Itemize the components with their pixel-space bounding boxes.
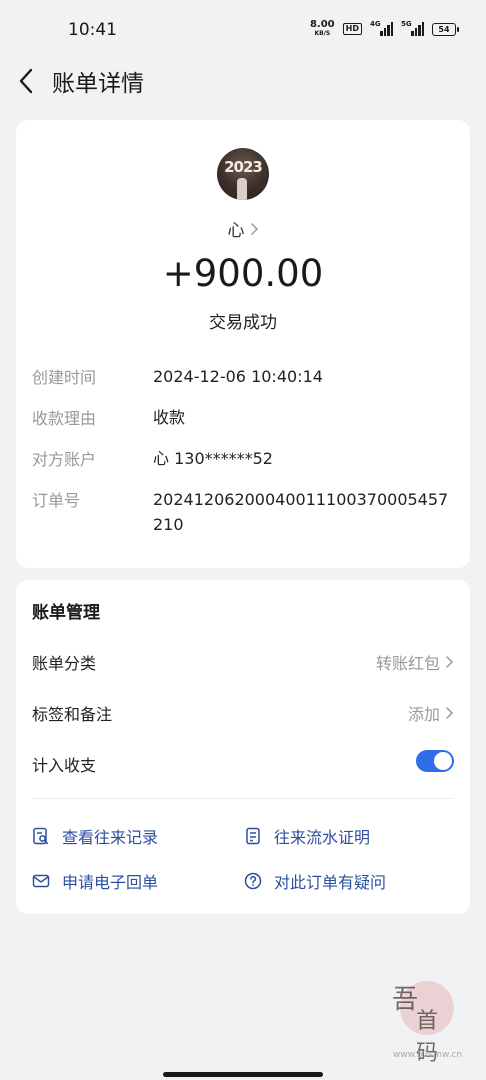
transaction-amount: +900.00 bbox=[162, 252, 324, 295]
header: 账单详情 bbox=[0, 60, 486, 102]
order-question-label: 对此订单有疑问 bbox=[274, 873, 387, 892]
bill-category-row[interactable]: 账单分类 转账红包 bbox=[32, 646, 454, 676]
divider bbox=[32, 798, 454, 799]
status-time: 10:41 bbox=[68, 20, 117, 40]
avatar-text: 2023 bbox=[224, 158, 263, 176]
view-history-label: 查看往来记录 bbox=[62, 828, 159, 847]
record-search-icon bbox=[33, 827, 49, 845]
signal-4g-label: 4G bbox=[370, 20, 381, 28]
mail-icon bbox=[32, 874, 50, 888]
chevron-right-icon bbox=[446, 656, 454, 668]
watermark-logo: 吾 首码 bbox=[388, 975, 458, 1066]
status-bar: 10:41 8.00 KB/S HD 4G 5G 54 bbox=[0, 0, 486, 60]
chevron-left-icon bbox=[19, 68, 33, 94]
chevron-right-icon bbox=[250, 222, 258, 235]
signal-5g-icon: 5G bbox=[401, 20, 424, 36]
watermark-glyph: 吾 bbox=[392, 985, 419, 1015]
status-indicators: 8.00 KB/S HD 4G 5G 54 bbox=[310, 20, 459, 38]
include-in-budget-toggle[interactable] bbox=[416, 750, 454, 772]
toggle-knob bbox=[434, 752, 452, 770]
include-in-budget-row: 计入收支 bbox=[32, 748, 454, 778]
statement-icon bbox=[246, 827, 260, 845]
e-receipt-label: 申请电子回单 bbox=[62, 873, 159, 892]
avatar[interactable]: 2023 bbox=[217, 148, 269, 200]
bill-category-value: 转账红包 bbox=[375, 654, 440, 673]
detail-label: 对方账户 bbox=[32, 450, 97, 469]
battery-icon: 54 bbox=[432, 22, 459, 36]
detail-label: 收款理由 bbox=[32, 409, 97, 428]
payee-link[interactable]: 心 bbox=[16, 216, 470, 241]
detail-value: 2024-12-06 10:40:14 bbox=[153, 367, 323, 386]
payee-name: 心 bbox=[227, 221, 245, 241]
view-history-link[interactable]: 查看往来记录 bbox=[32, 824, 158, 848]
bill-category-label: 账单分类 bbox=[32, 654, 97, 673]
detail-label: 创建时间 bbox=[32, 368, 97, 387]
statement-proof-link[interactable]: 往来流水证明 bbox=[244, 824, 370, 848]
home-indicator[interactable] bbox=[163, 1072, 323, 1077]
network-speed: 8.00 KB/S bbox=[310, 20, 335, 38]
signal-4g-icon: 4G bbox=[370, 20, 393, 36]
hd-icon: HD bbox=[342, 23, 362, 35]
question-icon bbox=[244, 872, 262, 890]
tags-add-wrap: 添加 bbox=[408, 701, 454, 725]
detail-value: 心 130******52 bbox=[153, 449, 273, 468]
network-speed-unit: KB/S bbox=[314, 30, 331, 37]
bill-category-value-wrap: 转账红包 bbox=[376, 650, 454, 674]
signal-5g-label: 5G bbox=[401, 20, 412, 28]
transaction-status: 交易成功 bbox=[209, 313, 277, 333]
tags-add-action: 添加 bbox=[407, 705, 440, 724]
bill-management-card: 账单管理 账单分类 转账红包 标签和备注 添加 计入收支 查看往来记录 往来流水… bbox=[16, 580, 470, 914]
chevron-right-icon bbox=[446, 707, 454, 719]
transaction-card: 2023 心 +900.00 交易成功 创建时间 2024-12-06 10:4… bbox=[16, 120, 470, 568]
include-in-budget-label: 计入收支 bbox=[32, 756, 97, 775]
tags-notes-row[interactable]: 标签和备注 添加 bbox=[32, 697, 454, 727]
page-title: 账单详情 bbox=[52, 71, 144, 97]
avatar-figure bbox=[237, 178, 247, 200]
detail-value[interactable]: 20241206200040011100370005457210 bbox=[153, 487, 453, 537]
statement-proof-label: 往来流水证明 bbox=[274, 828, 371, 847]
section-title: 账单管理 bbox=[32, 603, 100, 623]
tags-notes-label: 标签和备注 bbox=[32, 705, 113, 724]
detail-label: 订单号 bbox=[32, 491, 81, 510]
detail-value: 收款 bbox=[153, 408, 186, 427]
order-question-link[interactable]: 对此订单有疑问 bbox=[244, 869, 386, 893]
e-receipt-link[interactable]: 申请电子回单 bbox=[32, 869, 158, 893]
network-speed-value: 8.00 bbox=[309, 19, 335, 30]
watermark-site: www.52smw.cn bbox=[393, 1050, 463, 1060]
back-button[interactable] bbox=[14, 66, 40, 96]
